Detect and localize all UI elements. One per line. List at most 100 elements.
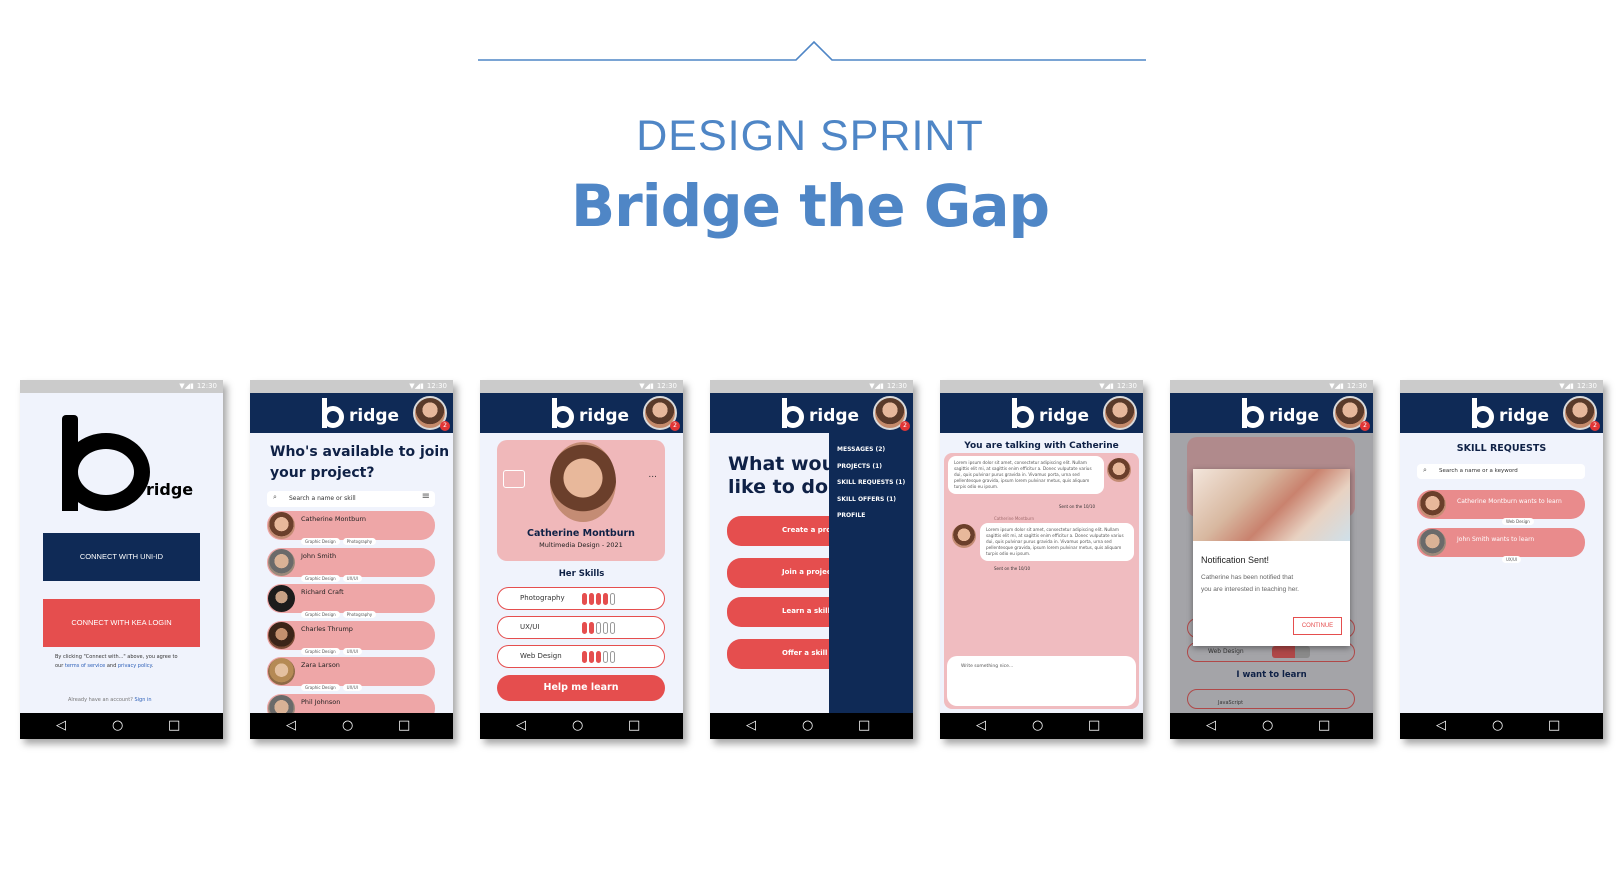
skill-level-segment bbox=[582, 622, 587, 634]
signal-icon: ▼◢▮ bbox=[869, 382, 884, 390]
bg-heading: I want to learn bbox=[1236, 670, 1307, 680]
request-text: Catherine Montburn wants to learn bbox=[1457, 498, 1562, 505]
message-time: Sent on the 10/10 bbox=[994, 566, 1030, 571]
app-logo[interactable]: ridge bbox=[322, 398, 399, 428]
signal-icon: ▼◢▮ bbox=[639, 382, 654, 390]
recent-apps-icon[interactable]: □ bbox=[628, 713, 640, 739]
uni-id-button[interactable]: CONNECT WITH UNI-ID bbox=[43, 533, 200, 581]
back-icon[interactable]: ◁ bbox=[286, 713, 296, 739]
status-bar: ▼◢▮ 12:30 bbox=[480, 380, 683, 393]
drawer-item[interactable]: MESSAGES (2) bbox=[837, 446, 885, 453]
person-row[interactable]: Catherine Montburn Graphic Design Photogra… bbox=[267, 511, 435, 545]
app-bar: ridge 2 bbox=[480, 393, 683, 433]
skill-tag: UX/UI bbox=[1502, 556, 1522, 563]
requester-avatar bbox=[1419, 529, 1446, 556]
person-row[interactable]: Charles Thrump Graphic Design UX/UI bbox=[267, 620, 435, 655]
skill-level-meter bbox=[582, 651, 617, 663]
back-icon[interactable]: ◁ bbox=[746, 713, 756, 739]
home-icon[interactable]: ○ bbox=[342, 713, 353, 739]
request-row[interactable]: Catherine Montburn wants to learn Web Des… bbox=[1417, 490, 1585, 525]
signal-icon: ▼◢▮ bbox=[1099, 382, 1114, 390]
person-tags: Graphic Design Photography bbox=[301, 528, 379, 547]
notification-badge: 2 bbox=[1590, 421, 1600, 431]
recent-apps-icon[interactable]: □ bbox=[1318, 713, 1330, 739]
home-icon[interactable]: ○ bbox=[802, 713, 813, 739]
home-icon[interactable]: ○ bbox=[112, 713, 123, 739]
app-logo[interactable]: ridge bbox=[1242, 398, 1319, 428]
dialog-image bbox=[1193, 469, 1350, 541]
home-icon[interactable]: ○ bbox=[1032, 713, 1043, 739]
notification-badge: 2 bbox=[1360, 421, 1370, 431]
recent-apps-icon[interactable]: □ bbox=[168, 713, 180, 739]
message-sent: Lorem ipsum dolor sit amet, consectetur … bbox=[948, 456, 1104, 495]
skill-level-meter bbox=[582, 593, 617, 605]
home-icon[interactable]: ○ bbox=[1492, 713, 1503, 739]
app-logo[interactable]: ridge bbox=[552, 398, 629, 428]
help-me-learn-button[interactable]: Help me learn bbox=[497, 675, 665, 701]
continue-button[interactable]: CONTINUE bbox=[1293, 617, 1342, 635]
skill-label: Photography bbox=[520, 594, 565, 602]
search-input[interactable]: ⌕ Search a name or a keyword bbox=[1417, 464, 1585, 479]
kea-login-button[interactable]: CONNECT WITH KEA LOGIN bbox=[43, 599, 200, 647]
skill-label: UX/UI bbox=[520, 623, 540, 631]
logo-word: ridge bbox=[146, 480, 194, 499]
status-bar: ▼◢▮ 12:30 bbox=[250, 380, 453, 393]
skills-heading: Her Skills bbox=[558, 569, 605, 579]
person-tags: Graphic Design Photography bbox=[301, 601, 379, 620]
skill-label: Web Design bbox=[520, 652, 562, 660]
android-nav-bar: ◁ ○ □ bbox=[20, 713, 223, 739]
terms-link[interactable]: terms of service bbox=[65, 663, 105, 669]
back-icon[interactable]: ◁ bbox=[1206, 713, 1216, 739]
user-avatar[interactable] bbox=[1103, 396, 1137, 430]
more-options-icon[interactable]: ... bbox=[648, 470, 657, 480]
side-drawer: MESSAGES (2) PROJECTS (1) SKILL REQUESTS (… bbox=[829, 433, 913, 713]
back-icon[interactable]: ◁ bbox=[56, 713, 66, 739]
skill-level-segment bbox=[582, 593, 587, 605]
request-row[interactable]: John Smith wants to learn UX/UI bbox=[1417, 528, 1585, 563]
search-input[interactable]: ⌕ Search a name or skill ≡ bbox=[267, 491, 435, 507]
drawer-item[interactable]: PROJECTS (1) bbox=[837, 463, 882, 470]
contact-avatar bbox=[952, 524, 976, 548]
screen-search: ▼◢▮ 12:30 ridge 2 Who's available to join… bbox=[250, 380, 453, 739]
recent-apps-icon[interactable]: □ bbox=[858, 713, 870, 739]
skill-tag: Graphic Design bbox=[301, 684, 340, 691]
skill-row: Web Design bbox=[497, 645, 665, 668]
status-bar: ▼◢▮ 12:30 bbox=[710, 380, 913, 393]
signal-icon: ▼◢▮ bbox=[1559, 382, 1574, 390]
privacy-link[interactable]: privacy policy bbox=[118, 663, 152, 669]
message-input[interactable]: Write something nice... bbox=[947, 656, 1136, 706]
chat-bubble-icon[interactable] bbox=[503, 470, 525, 488]
skill-level-segment bbox=[596, 593, 601, 605]
screen-chat: ▼◢▮ 12:30 ridge You are talking with Cath… bbox=[940, 380, 1143, 739]
drawer-item[interactable]: SKILL REQUESTS (1) bbox=[837, 479, 905, 486]
skill-row: UX/UI bbox=[497, 616, 665, 639]
android-nav-bar: ◁ ○ □ bbox=[1400, 713, 1603, 739]
person-tags: Graphic Design UX/UI bbox=[301, 638, 365, 657]
sign-in-link[interactable]: Sign in bbox=[134, 697, 151, 703]
person-row[interactable]: John Smith Graphic Design UX/UI bbox=[267, 547, 435, 582]
home-icon[interactable]: ○ bbox=[572, 713, 583, 739]
recent-apps-icon[interactable]: □ bbox=[398, 713, 410, 739]
status-bar: ▼◢▮ 12:30 bbox=[1170, 380, 1373, 393]
skill-tag: UX/UI bbox=[342, 574, 362, 582]
notification-badge: 2 bbox=[440, 421, 450, 431]
person-row[interactable]: Richard Craft Graphic Design Photography bbox=[267, 584, 435, 618]
app-logo[interactable]: ridge bbox=[1012, 398, 1089, 428]
back-icon[interactable]: ◁ bbox=[516, 713, 526, 739]
requests-heading: SKILL REQUESTS bbox=[1456, 443, 1547, 454]
drawer-item[interactable]: PROFILE bbox=[837, 512, 865, 519]
skill-tag: Photography bbox=[342, 611, 377, 618]
recent-apps-icon[interactable]: □ bbox=[1548, 713, 1560, 739]
home-icon[interactable]: ○ bbox=[1262, 713, 1273, 739]
app-bar: ridge 2 bbox=[710, 393, 913, 433]
app-logo[interactable]: ridge bbox=[1472, 398, 1549, 428]
back-icon[interactable]: ◁ bbox=[1436, 713, 1446, 739]
skill-level-segment bbox=[589, 593, 594, 605]
person-row[interactable]: Zara Larson Graphic Design UX/UI bbox=[267, 657, 435, 691]
recent-apps-icon[interactable]: □ bbox=[1088, 713, 1100, 739]
back-icon[interactable]: ◁ bbox=[976, 713, 986, 739]
filter-icon[interactable]: ≡ bbox=[422, 491, 430, 502]
request-text: John Smith wants to learn bbox=[1457, 536, 1535, 543]
drawer-item[interactable]: SKILL OFFERS (1) bbox=[837, 496, 896, 503]
app-logo[interactable]: ridge bbox=[782, 398, 859, 428]
